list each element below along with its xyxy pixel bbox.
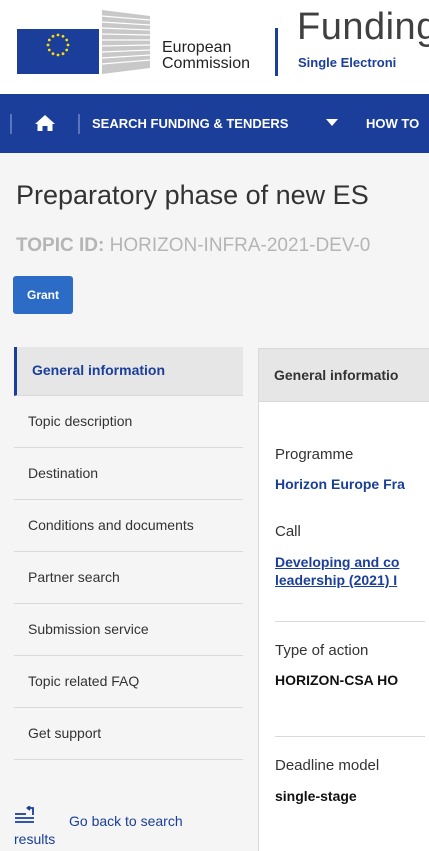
nav-search-funding-tenders[interactable]: SEARCH FUNDING & TENDERS: [92, 116, 288, 131]
eu-stars-icon: [46, 33, 70, 57]
nav-how-to[interactable]: HOW TO: [366, 116, 419, 131]
call-link-line1[interactable]: Developing and co: [275, 554, 399, 570]
back-link-label[interactable]: Go back to search results: [14, 812, 214, 848]
call-link-line2[interactable]: leadership (2021) I: [275, 572, 397, 588]
page-title: Preparatory phase of new ES: [16, 180, 369, 210]
type-of-action-label: Type of action: [275, 642, 369, 659]
sidebar-item-partner-search[interactable]: Partner search: [14, 552, 243, 604]
main-nav: SEARCH FUNDING & TENDERS HOW TO: [0, 94, 429, 153]
deadline-model-value: single-stage: [275, 788, 357, 804]
card-header: General informatio: [259, 349, 429, 402]
site-title[interactable]: Funding: [297, 6, 429, 49]
sidebar-item-topic-description[interactable]: Topic description: [14, 396, 243, 448]
european-commission-label: European Commission: [162, 40, 250, 72]
field-separator: [275, 736, 425, 737]
topic-id-value: HORIZON-INFRA-2021-DEV-0: [109, 235, 371, 256]
call-label: Call: [275, 523, 301, 540]
nav-divider: [78, 114, 80, 134]
general-info-card: General informatio Programme Horizon Eur…: [258, 348, 429, 851]
sidebar-item-destination[interactable]: Destination: [14, 448, 243, 500]
nav-divider: [10, 114, 12, 134]
commission-building-logo: [101, 10, 151, 74]
home-icon[interactable]: [34, 114, 56, 132]
back-to-search-link[interactable]: Go back to search results: [14, 806, 243, 851]
grant-button[interactable]: Grant: [13, 276, 73, 314]
sidebar-item-submission-service[interactable]: Submission service: [14, 604, 243, 656]
page: European Commission Funding Single Elect…: [0, 0, 429, 851]
eu-flag-logo[interactable]: [17, 29, 99, 74]
type-of-action-value: HORIZON-CSA HO: [275, 672, 399, 688]
site-subtitle: Single Electroni: [298, 55, 397, 70]
chevron-down-icon[interactable]: [326, 119, 338, 126]
sidebar-item-topic-faq[interactable]: Topic related FAQ: [14, 656, 243, 708]
deadline-model-label: Deadline model: [275, 757, 380, 774]
sidebar-item-general-information[interactable]: General information: [14, 347, 243, 396]
site-header: European Commission Funding Single Elect…: [0, 0, 429, 94]
header-divider: [275, 28, 278, 76]
sidebar-item-get-support[interactable]: Get support: [14, 708, 243, 760]
programme-value: Horizon Europe Fra: [275, 476, 405, 492]
topic-id-label: TOPIC ID:: [16, 235, 105, 256]
field-separator: [275, 621, 425, 622]
programme-label: Programme: [275, 446, 354, 463]
topic-id: TOPIC ID: HORIZON-INFRA-2021-DEV-0: [16, 235, 370, 257]
org-line1: European: [162, 39, 232, 56]
sidebar-item-conditions-documents[interactable]: Conditions and documents: [14, 500, 243, 552]
org-line2: Commission: [162, 55, 251, 72]
